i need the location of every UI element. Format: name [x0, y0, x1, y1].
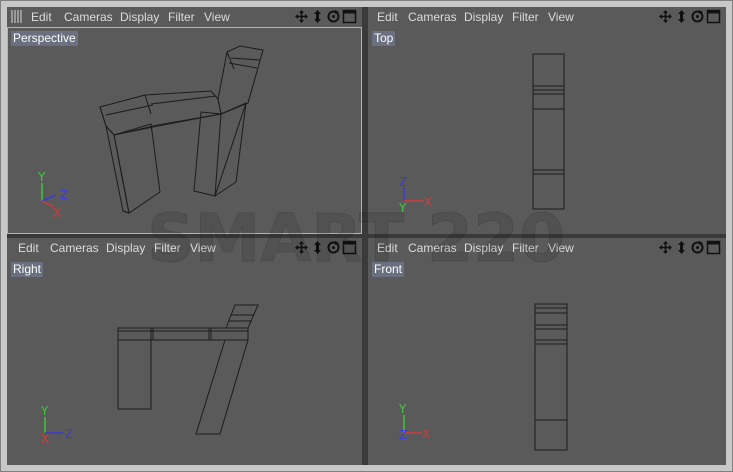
menu-cameras[interactable]: Cameras [64, 10, 113, 24]
menu-display[interactable]: Display [106, 241, 145, 255]
move-icon[interactable] [658, 240, 673, 255]
svg-text:Z: Z [60, 188, 68, 202]
move-icon[interactable] [294, 9, 309, 24]
viewport-label: Top [372, 31, 396, 46]
viewport-right[interactable]: Edit Cameras Display Filter View Y Z X R… [7, 238, 362, 465]
move-icon[interactable] [658, 9, 673, 24]
viewport-menubar: Edit Cameras Display Filter View [7, 238, 362, 257]
svg-text:Y: Y [40, 405, 49, 418]
rotate-icon[interactable] [326, 9, 341, 24]
viewport-perspective[interactable]: Edit Cameras Display Filter View Y Z X P… [7, 7, 362, 234]
svg-text:Y: Y [398, 201, 407, 215]
app-window: Edit Cameras Display Filter View Y Z X P… [0, 0, 733, 472]
menu-view[interactable]: View [548, 241, 574, 255]
menu-edit[interactable]: Edit [377, 10, 398, 24]
svg-text:Y: Y [398, 403, 407, 416]
dolly-icon[interactable] [674, 240, 689, 255]
svg-text:X: X [53, 206, 61, 219]
menu-cameras[interactable]: Cameras [50, 241, 99, 255]
menu-edit[interactable]: Edit [377, 241, 398, 255]
dolly-icon[interactable] [310, 9, 325, 24]
menu-cameras[interactable]: Cameras [408, 241, 457, 255]
viewport-canvas[interactable]: Y Z X [7, 27, 362, 234]
viewport-label: Perspective [11, 31, 78, 46]
svg-text:Z: Z [65, 427, 73, 441]
rotate-icon[interactable] [690, 9, 705, 24]
grip-icon[interactable] [11, 10, 24, 23]
axis-gizmo: Y Z X [40, 405, 73, 445]
viewport-menubar: Edit Cameras Display Filter View [368, 238, 726, 257]
rotate-icon[interactable] [690, 240, 705, 255]
menu-display[interactable]: Display [464, 10, 503, 24]
menu-view[interactable]: View [548, 10, 574, 24]
viewport-top[interactable]: Edit Cameras Display Filter View Z X Y T… [368, 7, 726, 234]
menu-edit[interactable]: Edit [31, 10, 52, 24]
svg-text:X: X [424, 195, 432, 209]
axis-gizmo: Z X Y [398, 175, 432, 215]
viewport-menubar: Edit Cameras Display Filter View [7, 7, 362, 26]
viewport-canvas[interactable]: Y X Z [368, 258, 726, 465]
viewport-menubar: Edit Cameras Display Filter View [368, 7, 726, 26]
svg-text:Y: Y [37, 171, 46, 184]
svg-text:X: X [422, 427, 430, 441]
viewport-label: Front [372, 262, 405, 277]
menu-filter[interactable]: Filter [512, 10, 539, 24]
nav-icons [658, 240, 722, 255]
dolly-icon[interactable] [310, 240, 325, 255]
menu-filter[interactable]: Filter [168, 10, 195, 24]
move-icon[interactable] [294, 240, 309, 255]
nav-icons [658, 9, 722, 24]
menu-cameras[interactable]: Cameras [408, 10, 457, 24]
svg-text:Z: Z [399, 175, 407, 189]
menu-filter[interactable]: Filter [154, 241, 181, 255]
viewport-label: Right [11, 262, 44, 277]
dolly-icon[interactable] [674, 9, 689, 24]
menu-view[interactable]: View [204, 10, 230, 24]
menu-display[interactable]: Display [120, 10, 159, 24]
maximize-icon[interactable] [706, 240, 721, 255]
menu-view[interactable]: View [190, 241, 216, 255]
maximize-icon[interactable] [342, 9, 357, 24]
maximize-icon[interactable] [706, 9, 721, 24]
viewport-canvas[interactable]: Z X Y [368, 27, 726, 234]
menu-display[interactable]: Display [464, 241, 503, 255]
rotate-icon[interactable] [326, 240, 341, 255]
viewport-canvas[interactable]: Y Z X [7, 258, 362, 465]
svg-text:Z: Z [399, 428, 407, 442]
nav-icons [294, 9, 358, 24]
viewport-grid: Edit Cameras Display Filter View Y Z X P… [7, 7, 726, 465]
menu-edit[interactable]: Edit [18, 241, 39, 255]
svg-text:X: X [41, 432, 49, 445]
nav-icons [294, 240, 358, 255]
axis-gizmo: Y X Z [398, 403, 430, 442]
viewport-front[interactable]: Edit Cameras Display Filter View Y X Z F… [368, 238, 726, 465]
axis-gizmo: Y Z X [37, 171, 68, 219]
maximize-icon[interactable] [342, 240, 357, 255]
menu-filter[interactable]: Filter [512, 241, 539, 255]
